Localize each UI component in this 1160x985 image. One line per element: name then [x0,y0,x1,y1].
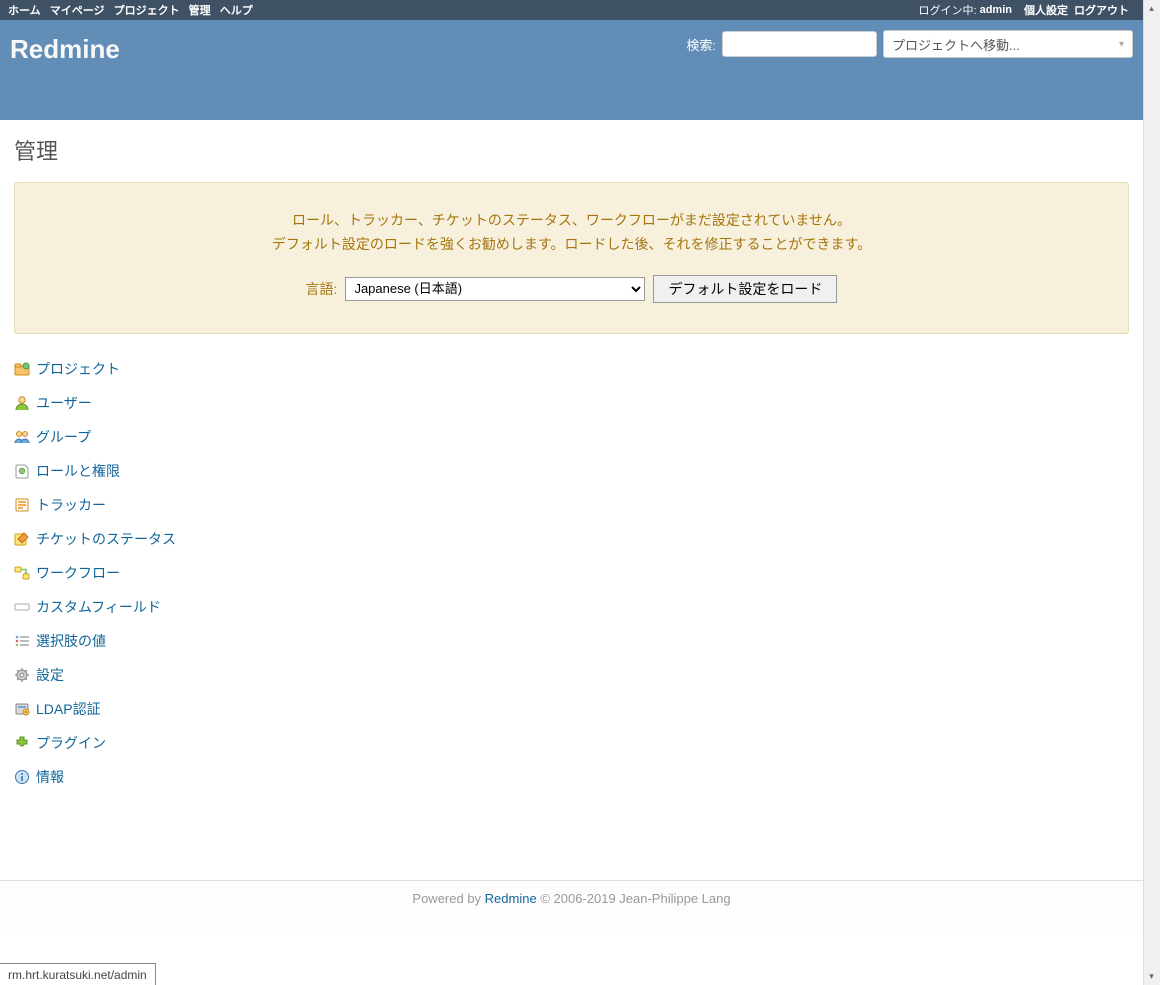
nav-admin[interactable]: 管理 [189,5,211,17]
admin-menu-item-enumerations: 選択肢の値 [14,624,1129,658]
admin-link-issue_statuses[interactable]: チケットのステータス [36,529,176,549]
admin-menu-item-issue_statuses: チケットのステータス [14,522,1129,556]
admin-menu-item-settings: 設定 [14,658,1129,692]
footer-redmine-link[interactable]: Redmine [485,891,537,906]
admin-link-roles[interactable]: ロールと権限 [36,461,120,481]
footer-copyright: © 2006-2019 Jean-Philippe Lang [537,891,731,906]
workflows-icon [14,565,30,581]
admin-menu-item-roles: ロールと権限 [14,454,1129,488]
page-title: 管理 [14,134,1129,166]
info-icon [14,769,30,785]
search-input[interactable] [722,31,877,57]
admin-link-settings[interactable]: 設定 [36,665,64,685]
ldap-icon [14,701,30,717]
roles-icon [14,463,30,479]
admin-menu-item-groups: グループ [14,420,1129,454]
language-select[interactable]: Japanese (日本語) [345,277,645,301]
settings-icon [14,667,30,683]
admin-link-trackers[interactable]: トラッカー [36,495,106,515]
nav-logout[interactable]: ログアウト [1074,2,1129,18]
nav-mypage[interactable]: マイページ [50,5,105,17]
admin-link-info[interactable]: 情報 [36,767,64,787]
nav-projects[interactable]: プロジェクト [114,5,180,17]
enumerations-icon [14,633,30,649]
project-jump-placeholder: プロジェクトへ移動... [892,35,1020,54]
project-jump-dropdown[interactable]: プロジェクトへ移動... ▾ [883,30,1133,58]
content: 管理 ロール、トラッカー、チケットのステータス、ワークフローがまだ設定されていま… [14,134,1129,794]
top-menu-left: ホーム マイページ プロジェクト 管理 ヘルプ [8,2,259,18]
status-bar: rm.hrt.kuratsuki.net/admin [0,963,156,985]
admin-menu-item-workflows: ワークフロー [14,556,1129,590]
users-icon [14,395,30,411]
trackers-icon [14,497,30,513]
admin-menu-item-users: ユーザー [14,386,1129,420]
main: 管理 ロール、トラッカー、チケットのステータス、ワークフローがまだ設定されていま… [0,120,1143,880]
groups-icon [14,429,30,445]
footer-powered-by: Powered by [412,891,484,906]
language-label: 言語: [306,279,338,299]
admin-menu-item-ldap: LDAP認証 [14,692,1129,726]
plugins-icon [14,735,30,751]
admin-menu-item-projects: プロジェクト [14,352,1129,386]
admin-link-groups[interactable]: グループ [36,427,91,447]
admin-link-ldap[interactable]: LDAP認証 [36,699,101,719]
admin-link-enumerations[interactable]: 選択肢の値 [36,631,106,651]
default-config-notice: ロール、トラッカー、チケットのステータス、ワークフローがまだ設定されていません。… [14,182,1129,334]
admin-menu-item-plugins: プラグイン [14,726,1129,760]
projects-icon [14,361,30,377]
status-bar-text: rm.hrt.kuratsuki.net/admin [8,968,147,982]
admin-menu-item-trackers: トラッカー [14,488,1129,522]
admin-menu-item-custom_fields: カスタムフィールド [14,590,1129,624]
scroll-up-icon[interactable]: ▴ [1146,3,1157,14]
scrollbar-track[interactable]: ▴ ▾ [1143,0,1160,985]
admin-link-users[interactable]: ユーザー [36,393,92,413]
top-menu-right: ログイン中: admin 個人設定 ログアウト [919,2,1135,18]
admin-link-workflows[interactable]: ワークフロー [36,563,120,583]
admin-link-plugins[interactable]: プラグイン [36,733,106,753]
scroll-down-icon[interactable]: ▾ [1146,971,1157,982]
admin-menu: プロジェクトユーザーグループロールと権限トラッカーチケットのステータスワークフロ… [14,352,1129,794]
logged-user-link[interactable]: admin [980,4,1012,16]
issue_statuses-icon [14,531,30,547]
admin-link-custom_fields[interactable]: カスタムフィールド [36,597,161,617]
chevron-down-icon: ▾ [1119,39,1124,50]
nav-help[interactable]: ヘルプ [220,5,253,17]
nav-home[interactable]: ホーム [8,5,41,17]
notice-text: ロール、トラッカー、チケットのステータス、ワークフローがまだ設定されていません。… [35,209,1108,257]
top-menu: ホーム マイページ プロジェクト 管理 ヘルプ ログイン中: admin 個人設… [0,0,1143,20]
quick-search: 検索: プロジェクトへ移動... ▾ [686,30,1133,58]
admin-menu-item-info: 情報 [14,760,1129,794]
nav-myaccount[interactable]: 個人設定 [1024,2,1068,18]
header: 検索: プロジェクトへ移動... ▾ Redmine [0,20,1143,120]
custom_fields-icon [14,599,30,615]
logged-as-label: ログイン中: [919,2,977,18]
search-label: 検索: [686,35,716,54]
admin-link-projects[interactable]: プロジェクト [36,359,120,379]
load-defaults-button[interactable]: デフォルト設定をロード [653,275,837,303]
default-config-form: 言語: Japanese (日本語) デフォルト設定をロード [35,275,1108,303]
search-link[interactable]: 検索: [686,38,716,53]
footer: Powered by Redmine © 2006-2019 Jean-Phil… [0,880,1143,936]
